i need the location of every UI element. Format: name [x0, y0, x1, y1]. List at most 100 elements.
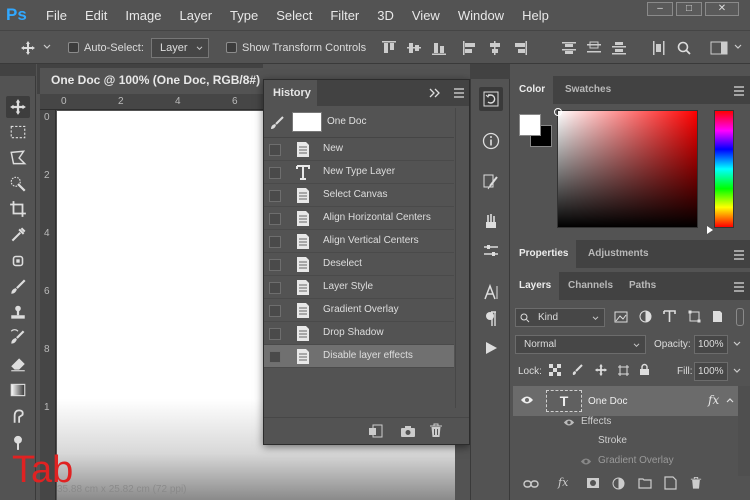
filter-shape-icon[interactable] — [688, 310, 701, 323]
horizontal-ruler[interactable]: 0 2 4 6 — [40, 94, 264, 110]
tab-adjustments[interactable]: Adjustments — [580, 240, 657, 268]
tab-history[interactable]: History — [264, 80, 317, 106]
new-group-icon[interactable] — [638, 477, 652, 489]
brush-panel-button[interactable] — [479, 209, 503, 233]
auto-select-checkbox[interactable] — [68, 42, 79, 53]
history-source-checkbox[interactable] — [269, 213, 281, 225]
new-adjustment-layer-icon[interactable] — [612, 477, 625, 490]
layers-scrollbar[interactable] — [738, 386, 750, 476]
foreground-color-swatch[interactable] — [519, 114, 541, 136]
filter-smart-object-icon[interactable] — [711, 310, 724, 323]
menu-select[interactable]: Select — [276, 8, 312, 23]
distribute-bottom-icon[interactable] — [611, 40, 627, 56]
smudge-tool[interactable] — [6, 405, 30, 427]
filter-adjustment-icon[interactable] — [639, 310, 652, 323]
maximize-button[interactable]: □ — [676, 2, 702, 16]
eye-icon[interactable] — [563, 418, 575, 427]
vertical-ruler[interactable]: 0 2 4 6 8 1 — [40, 110, 56, 500]
lock-image-pixels-icon[interactable] — [572, 364, 584, 376]
history-item[interactable]: Deselect — [264, 253, 454, 276]
new-document-from-state-icon[interactable] — [368, 424, 384, 438]
info-panel-button[interactable] — [479, 129, 503, 153]
lock-position-icon[interactable] — [594, 363, 608, 377]
distribute-horizontal-icon[interactable] — [651, 40, 667, 56]
history-item[interactable]: Align Vertical Centers — [264, 230, 454, 253]
history-item-selected[interactable]: Disable layer effects — [264, 345, 454, 368]
menu-file[interactable]: File — [46, 8, 67, 23]
chevron-down-icon[interactable] — [43, 44, 51, 50]
chevron-down-icon[interactable] — [734, 44, 742, 50]
menu-layer[interactable]: Layer — [180, 8, 213, 23]
menu-help[interactable]: Help — [522, 8, 549, 23]
history-item[interactable]: Select Canvas — [264, 184, 454, 207]
tab-layers[interactable]: Layers — [511, 272, 560, 300]
camera-icon[interactable] — [400, 424, 416, 438]
quick-selection-tool[interactable] — [6, 173, 30, 195]
history-item[interactable]: Layer Style — [264, 276, 454, 299]
new-layer-icon[interactable] — [664, 476, 677, 490]
add-layer-style-icon[interactable]: fx — [558, 476, 568, 489]
brush-preset-button[interactable] — [479, 170, 503, 194]
move-tool[interactable] — [6, 96, 30, 118]
history-item[interactable]: Drop Shadow — [264, 322, 454, 345]
align-right-icon[interactable] — [512, 40, 528, 56]
align-bottom-icon[interactable] — [431, 40, 447, 56]
actions-panel-button[interactable] — [479, 336, 503, 360]
delete-layer-icon[interactable] — [690, 476, 702, 490]
chevron-up-icon[interactable] — [726, 397, 734, 403]
brush-tool[interactable] — [6, 276, 30, 298]
eye-icon[interactable] — [520, 395, 534, 405]
color-field[interactable] — [557, 110, 698, 228]
history-item[interactable]: New — [264, 138, 454, 161]
auto-select-target-dropdown[interactable]: Layer — [151, 38, 209, 58]
menu-window[interactable]: Window — [458, 8, 504, 23]
history-snapshot[interactable]: One Doc — [264, 108, 454, 138]
history-source-checkbox[interactable] — [269, 328, 281, 340]
paragraph-panel-button[interactable] — [479, 307, 503, 331]
history-brush-tool[interactable] — [6, 327, 30, 349]
history-source-checkbox[interactable] — [269, 351, 281, 363]
history-source-checkbox[interactable] — [269, 259, 281, 271]
marquee-tool[interactable] — [6, 121, 30, 143]
panel-menu-icon[interactable] — [733, 250, 745, 260]
menu-image[interactable]: Image — [125, 8, 161, 23]
history-source-checkbox[interactable] — [269, 144, 281, 156]
menu-view[interactable]: View — [412, 8, 440, 23]
gradient-tool[interactable] — [6, 379, 30, 401]
history-source-checkbox[interactable] — [269, 167, 281, 179]
lock-transparent-pixels-icon[interactable] — [549, 364, 561, 376]
crop-tool[interactable] — [6, 198, 30, 220]
tab-properties[interactable]: Properties — [511, 240, 577, 268]
history-brush-source-icon[interactable] — [269, 116, 285, 130]
opacity-input[interactable]: 100% — [694, 335, 728, 354]
panel-menu-icon[interactable] — [733, 86, 745, 96]
align-horizontal-center-icon[interactable] — [487, 40, 503, 56]
trash-icon[interactable] — [429, 423, 443, 438]
align-top-icon[interactable] — [381, 40, 397, 56]
chevron-down-icon[interactable] — [733, 368, 741, 374]
blend-mode-dropdown[interactable]: Normal — [515, 335, 646, 354]
minimize-button[interactable]: – — [647, 2, 673, 16]
tab-paths[interactable]: Paths — [621, 272, 664, 300]
document-tab[interactable]: One Doc @ 100% (One Doc, RGB/8#) * — [40, 68, 263, 94]
fx-icon[interactable]: fx — [708, 393, 719, 407]
history-source-checkbox[interactable] — [269, 190, 281, 202]
collapse-panel-icon[interactable] — [429, 88, 441, 98]
filter-toggle-switch[interactable] — [736, 308, 744, 326]
fill-input[interactable]: 100% — [694, 362, 728, 381]
move-tool-icon[interactable] — [20, 40, 36, 56]
tab-swatches[interactable]: Swatches — [557, 76, 619, 104]
menu-edit[interactable]: Edit — [85, 8, 107, 23]
filter-pixel-icon[interactable] — [614, 311, 628, 323]
eyedropper-tool[interactable] — [6, 224, 30, 246]
hue-slider[interactable] — [714, 110, 734, 228]
menu-type[interactable]: Type — [230, 8, 258, 23]
menu-3d[interactable]: 3D — [377, 8, 394, 23]
effect-stroke[interactable]: Stroke — [598, 435, 627, 446]
menu-filter[interactable]: Filter — [330, 8, 359, 23]
history-item[interactable]: Gradient Overlay — [264, 299, 454, 322]
effect-gradient-overlay[interactable]: Gradient Overlay — [598, 455, 674, 466]
close-button[interactable]: ✕ — [705, 2, 739, 16]
layer-filter-dropdown[interactable]: Kind — [515, 308, 605, 327]
history-panel-button[interactable] — [479, 87, 503, 111]
